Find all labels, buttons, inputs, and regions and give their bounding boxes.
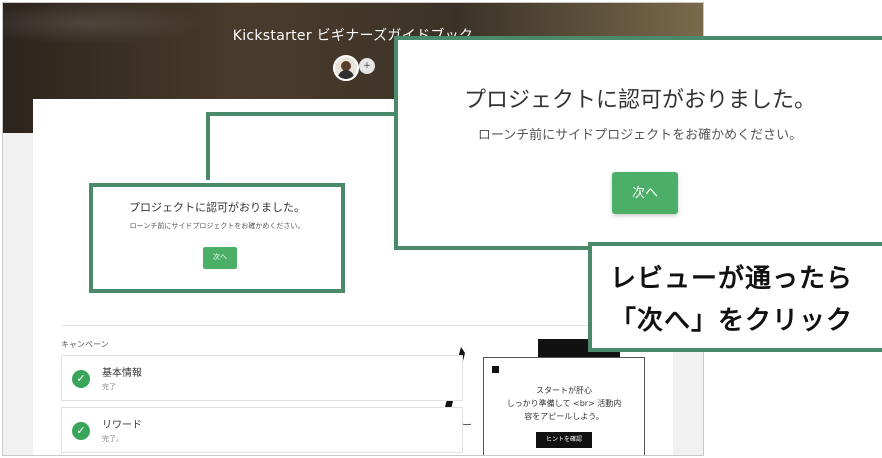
hint-card: スタートが肝心 しっかり準備して <br> 活動内 容をアピールしよう。 ヒント… — [483, 357, 645, 455]
hint-button[interactable]: ヒントを確認 — [536, 432, 592, 448]
task-status: 完了 — [102, 383, 116, 391]
callout-connector — [206, 112, 396, 180]
task-title: リワード — [102, 420, 142, 431]
instruction-callout: レビューが通ったら 「次へ」をクリック — [588, 242, 882, 352]
approval-dialog-zoomed: プロジェクトに認可がおりました。 ローンチ前にサイドプロジェクトをお確かめくださ… — [394, 36, 882, 250]
dialog-title: プロジェクトに認可がおりました。 — [463, 88, 816, 113]
callout-line-1: レビューが通ったら — [610, 264, 854, 294]
task-item-rewards[interactable]: ✓ リワード 完了。 — [61, 407, 463, 453]
avatar-icon[interactable] — [333, 55, 359, 81]
hint-text: スタートが肝心 しっかり準備して <br> 活動内 容をアピールしよう。 — [506, 386, 622, 421]
check-icon: ✓ — [72, 370, 90, 388]
approval-dialog-small: プロジェクトに認可がおりました。 ローンチ前にサイドプロジェクトをお確かめくださ… — [89, 183, 345, 293]
check-icon: ✓ — [72, 422, 90, 440]
section-divider — [61, 325, 661, 326]
campaign-label: キャンペーン — [61, 340, 109, 349]
task-status: 完了。 — [102, 435, 123, 443]
task-item-basic-info[interactable]: ✓ 基本情報 完了 — [61, 355, 463, 401]
square-icon — [492, 366, 499, 373]
avatar-badge[interactable]: + — [359, 58, 375, 74]
dialog-subtitle: ローンチ前にサイドプロジェクトをお確かめください。 — [477, 128, 803, 143]
dialog-title: プロジェクトに認可がおりました。 — [129, 201, 305, 214]
callout-line-2: 「次へ」をクリック — [610, 306, 854, 336]
dialog-subtitle: ローンチ前にサイドプロジェクトをお確かめください。 — [129, 222, 305, 230]
next-button[interactable]: 次へ — [612, 172, 678, 214]
next-button[interactable]: 次へ — [203, 247, 237, 269]
task-title: 基本情報 — [102, 368, 142, 379]
